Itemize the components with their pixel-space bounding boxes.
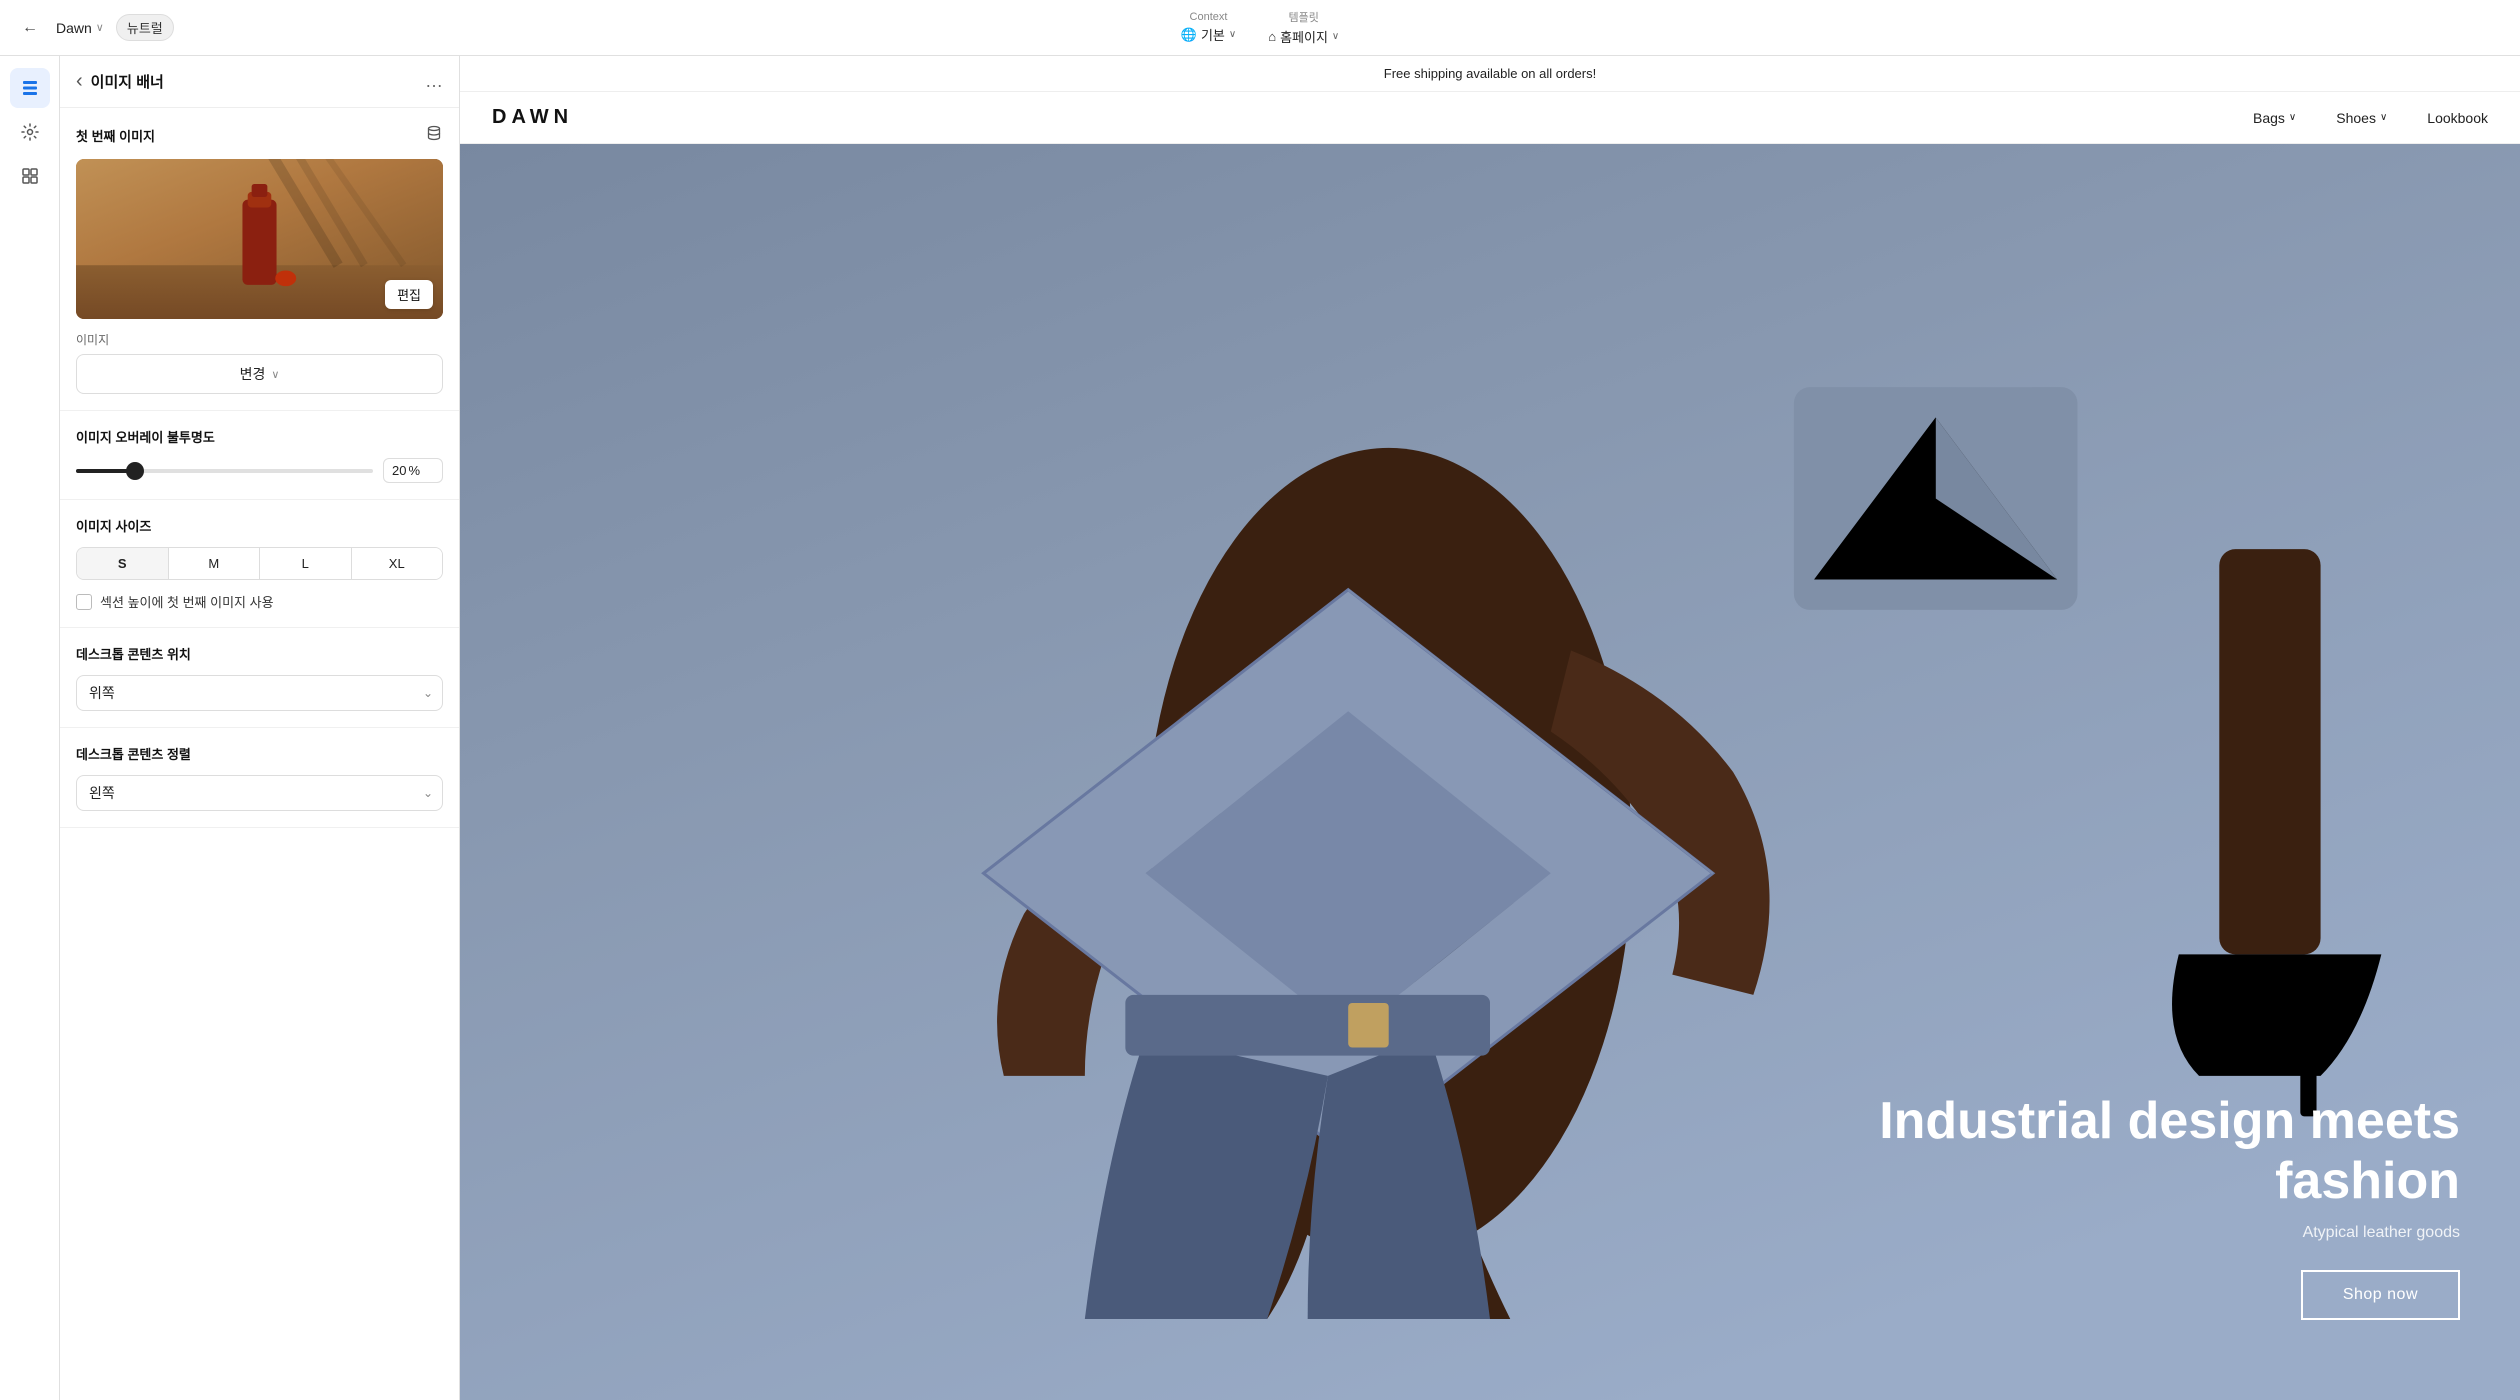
- context-value-text: 기본: [1201, 25, 1225, 44]
- template-label: 템플릿: [1289, 9, 1319, 25]
- first-image-section: 첫 번째 이미지: [60, 108, 459, 411]
- home-icon: ⌂: [1268, 29, 1276, 44]
- size-btn-s[interactable]: S: [77, 548, 168, 579]
- context-chevron-icon: ∨: [1229, 29, 1236, 40]
- template-dropdown[interactable]: ⌂ 홈페이지 ∨: [1268, 27, 1339, 46]
- app-name-dropdown[interactable]: Dawn ∨: [56, 20, 104, 36]
- align-select[interactable]: 왼쪽 가운데 오른쪽: [76, 775, 443, 811]
- position-select-wrapper: 위쪽 가운데 아래쪽 ⌄: [76, 675, 443, 711]
- overlay-slider-row: 20 %: [76, 458, 443, 483]
- neutral-badge[interactable]: 뉴트럴: [116, 14, 174, 41]
- change-btn-chevron-icon: ∨: [271, 368, 279, 381]
- overlay-slider-track[interactable]: [76, 469, 373, 473]
- panel-back-button[interactable]: ‹: [76, 70, 83, 93]
- store-nav: DAWN Bags ∨ Shoes ∨ Lookbook: [460, 92, 2520, 144]
- image-size-section: 이미지 사이즈 S M L XL 섹션 높이에 첫 번째 이미지 사용: [60, 500, 459, 628]
- overlay-unit-text: %: [408, 463, 420, 478]
- panel-menu-icon[interactable]: …: [425, 71, 443, 92]
- image-preview: 편집: [76, 159, 443, 319]
- shoes-chevron-icon: ∨: [2380, 112, 2387, 123]
- overlay-section: 이미지 오버레이 불투명도 20 %: [60, 411, 459, 500]
- checkbox-row: 섹션 높이에 첫 번째 이미지 사용: [76, 592, 443, 611]
- position-label-text: 데스크톱 콘텐츠 위치: [76, 644, 191, 663]
- position-label: 데스크톱 콘텐츠 위치: [76, 644, 443, 663]
- main-layout: ‹ 이미지 배너 … 첫 번째 이미지: [0, 56, 2520, 1400]
- desktop-align-section: 데스크톱 콘텐츠 정렬 왼쪽 가운데 오른쪽 ⌄: [60, 728, 459, 828]
- sidebar-item-settings[interactable]: [10, 112, 50, 152]
- announcement-bar: Free shipping available on all orders!: [460, 56, 2520, 92]
- context-dropdown[interactable]: 🌐 기본 ∨: [1181, 25, 1236, 44]
- store-logo: DAWN: [492, 106, 573, 129]
- panel-back-icon: ‹: [76, 70, 83, 93]
- app-name-label: Dawn: [56, 20, 92, 36]
- image-sublabel: 이미지: [76, 331, 443, 348]
- nav-item-shoes[interactable]: Shoes ∨: [2336, 110, 2387, 126]
- checkbox-label-text: 섹션 높이에 첫 번째 이미지 사용: [100, 592, 274, 611]
- size-btn-xl[interactable]: XL: [351, 548, 443, 579]
- size-selector: S M L XL: [76, 547, 443, 580]
- size-btn-l[interactable]: L: [259, 548, 351, 579]
- panel-title: 이미지 배너: [91, 71, 417, 92]
- section-label: 첫 번째 이미지: [76, 124, 443, 147]
- section-title-text: 첫 번째 이미지: [76, 126, 155, 145]
- overlay-value-box: 20 %: [383, 458, 443, 483]
- context-label: Context: [1190, 11, 1228, 23]
- template-chevron-icon: ∨: [1332, 31, 1339, 42]
- hero-title: Industrial design meets fashion: [1760, 1092, 2460, 1212]
- slider-thumb[interactable]: [126, 462, 144, 480]
- bags-chevron-icon: ∨: [2289, 112, 2296, 123]
- change-btn-label: 변경: [240, 364, 266, 384]
- hero-banner: Industrial design meets fashion Atypical…: [460, 144, 2520, 1400]
- use-first-image-checkbox[interactable]: [76, 594, 92, 610]
- top-bar: ← Dawn ∨ 뉴트럴 Context 🌐 기본 ∨ 템플릿 ⌂ 홈페이지 ∨: [0, 0, 2520, 56]
- shop-now-button[interactable]: Shop now: [2301, 1270, 2460, 1320]
- sidebar-item-sections[interactable]: [10, 68, 50, 108]
- position-select[interactable]: 위쪽 가운데 아래쪽: [76, 675, 443, 711]
- globe-icon: 🌐: [1181, 27, 1197, 43]
- app-chevron-icon: ∨: [96, 21, 104, 34]
- overlay-label-text: 이미지 오버레이 불투명도: [76, 427, 215, 446]
- nav-item-bags[interactable]: Bags ∨: [2253, 110, 2296, 126]
- back-button[interactable]: ←: [16, 14, 44, 42]
- icon-sidebar: [0, 56, 60, 1400]
- desktop-position-section: 데스크톱 콘텐츠 위치 위쪽 가운데 아래쪽 ⌄: [60, 628, 459, 728]
- nav-item-lookbook[interactable]: Lookbook: [2427, 110, 2488, 126]
- overlay-value-text: 20: [392, 463, 406, 478]
- size-label-text: 이미지 사이즈: [76, 516, 151, 535]
- database-icon[interactable]: [425, 124, 443, 147]
- panel-sidebar: ‹ 이미지 배너 … 첫 번째 이미지: [60, 56, 460, 1400]
- context-group: Context 🌐 기본 ∨: [1181, 11, 1236, 44]
- change-image-button[interactable]: 변경 ∨: [76, 354, 443, 394]
- hero-subtitle: Atypical leather goods: [1760, 1224, 2460, 1242]
- template-value-text: 홈페이지: [1280, 27, 1328, 46]
- hero-content: Industrial design meets fashion Atypical…: [1760, 1092, 2460, 1320]
- align-label: 데스크톱 콘텐츠 정렬: [76, 744, 443, 763]
- align-select-wrapper: 왼쪽 가운데 오른쪽 ⌄: [76, 775, 443, 811]
- panel-header: ‹ 이미지 배너 …: [60, 56, 459, 108]
- announcement-text: Free shipping available on all orders!: [1384, 66, 1596, 81]
- size-btn-m[interactable]: M: [168, 548, 260, 579]
- preview-area: Free shipping available on all orders! D…: [460, 56, 2520, 1400]
- sidebar-item-components[interactable]: [10, 156, 50, 196]
- overlay-label: 이미지 오버레이 불투명도: [76, 427, 443, 446]
- context-template-area: Context 🌐 기본 ∨ 템플릿 ⌂ 홈페이지 ∨: [1181, 9, 1339, 46]
- image-edit-button[interactable]: 편집: [385, 280, 433, 309]
- template-group: 템플릿 ⌂ 홈페이지 ∨: [1268, 9, 1339, 46]
- align-label-text: 데스크톱 콘텐츠 정렬: [76, 744, 191, 763]
- size-label: 이미지 사이즈: [76, 516, 443, 535]
